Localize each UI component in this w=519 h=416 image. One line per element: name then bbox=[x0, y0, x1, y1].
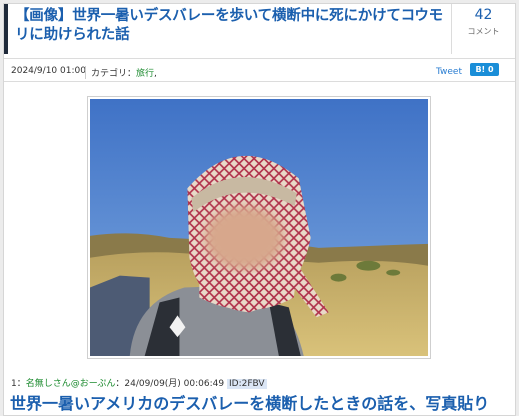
comment-count-box[interactable]: 42 コメント bbox=[451, 4, 515, 54]
comment-count[interactable]: 42 bbox=[452, 7, 515, 23]
header-accent-bar bbox=[4, 4, 8, 54]
category-suffix: , bbox=[154, 69, 157, 79]
poster-name: 名無しさん@おーぷん bbox=[25, 379, 116, 389]
category-prefix: カテゴリ： bbox=[91, 69, 137, 79]
post-header: 1：名無しさん@おーぷん：24/09/09(月) 00:06:49 ID:2FB… bbox=[11, 376, 267, 389]
comment-label: コメント bbox=[467, 27, 500, 36]
poster-id[interactable]: ID:2FBV bbox=[226, 379, 267, 389]
category-line: カテゴリ：旅行, bbox=[85, 66, 157, 79]
hatena-bookmark-button[interactable]: B! 0 bbox=[470, 63, 499, 76]
post-number: 1： bbox=[11, 379, 26, 389]
category-link[interactable]: 旅行 bbox=[136, 69, 154, 79]
tweet-button[interactable]: Tweet bbox=[436, 67, 462, 77]
article-meta-bar: 2024/9/10 01:00 カテゴリ：旅行, Tweet B! 0 bbox=[4, 60, 515, 82]
article-title[interactable]: 【画像】世界一暑いデスバレーを歩いて横断中に死にかけてコウモリに助けられた話 bbox=[15, 7, 445, 45]
article-photo[interactable] bbox=[90, 99, 428, 356]
article-frame: 【画像】世界一暑いデスバレーを歩いて横断中に死にかけてコウモリに助けられた話 4… bbox=[3, 3, 516, 416]
article-photo-frame bbox=[87, 96, 431, 359]
post-text: 世界一暑いアメリカのデスバレーを横断したときの話を、写真貼り bbox=[10, 394, 490, 413]
post-date: 2024/9/10 01:00 bbox=[11, 66, 86, 76]
article-header: 【画像】世界一暑いデスバレーを歩いて横断中に死にかけてコウモリに助けられた話 4… bbox=[4, 4, 515, 59]
post-datetime: ：24/09/09(月) 00:06:49 bbox=[115, 379, 225, 389]
